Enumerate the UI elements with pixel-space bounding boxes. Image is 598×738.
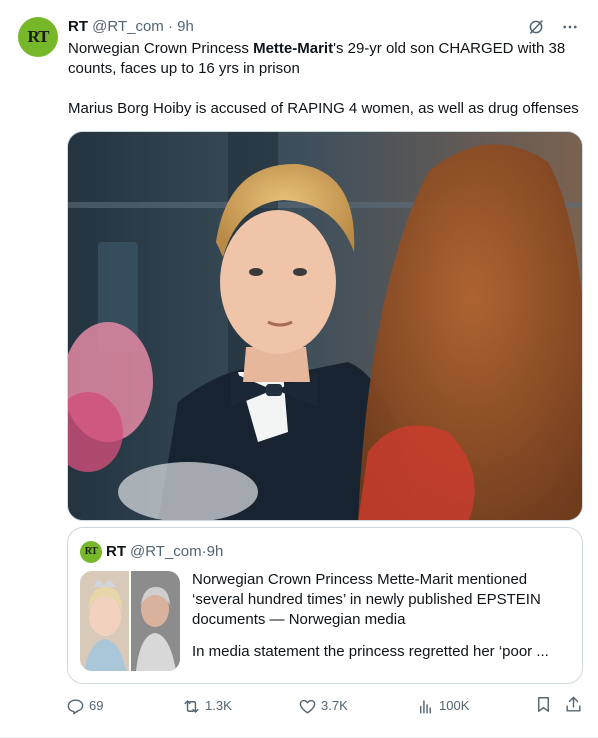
quoted-author-name: RT [106,543,126,560]
tweet-text-part1: Norwegian Crown Princess [68,40,254,57]
like-icon [299,699,316,714]
quoted-tweet-text: Norwegian Crown Princess Mette-Marit men… [192,570,572,662]
author-avatar[interactable]: RT [18,17,58,57]
header-separator: · [167,18,173,35]
quoted-tweet[interactable]: RT RT @RT_com · 9h Norwegian Crown Princ… [67,527,583,684]
tweet-text: Norwegian Crown Princess Mette-Marit's 2… [68,39,586,119]
reply-count: 69 [89,698,104,713]
quoted-avatar-logo-text: RT [84,546,98,557]
bookmark-icon [538,697,549,712]
quoted-tweet-time: 9h [206,543,224,560]
grok-icon[interactable] [526,17,546,37]
quoted-text-paragraph2: In media statement the princess regrette… [192,643,549,660]
quoted-tweet-thumbnail [80,571,180,671]
share-button[interactable] [564,695,583,714]
views-count: 100K [439,698,470,713]
views-button[interactable]: 100K [416,695,469,717]
author-name[interactable]: RT [68,18,88,35]
tweet-header: RT @RT_com · 9h [68,17,194,37]
header-actions [526,17,580,37]
reply-icon [67,698,84,714]
avatar-logo-text: RT [27,27,49,46]
tweet-text-bold-name: Mette-Marit [253,40,334,57]
tweet-time[interactable]: 9h [177,18,194,35]
quoted-tweet-header: RT RT @RT_com · 9h [80,541,223,563]
action-bar: 69 1.3K 3.7K 100K [62,695,586,717]
repost-count: 1.3K [205,698,232,713]
repost-icon [184,699,199,713]
share-icon [566,696,581,712]
views-icon [420,699,431,714]
like-button[interactable]: 3.7K [298,695,348,717]
reply-button[interactable]: 69 [66,695,103,717]
repost-button[interactable]: 1.3K [182,695,232,717]
tweet-photo[interactable] [67,131,583,521]
like-count: 3.7K [321,698,348,713]
bookmark-button[interactable] [534,695,553,714]
author-handle[interactable]: @RT_com [92,18,164,35]
quoted-author-avatar: RT [80,541,102,563]
quoted-text-paragraph1: Norwegian Crown Princess Mette-Marit men… [192,571,541,628]
tweet-card[interactable]: RT RT @RT_com · 9h Norwegian Crown Princ… [0,0,598,738]
tweet-text-second-paragraph: Marius Borg Hoiby is accused of RAPING 4… [68,100,579,117]
quoted-author-handle: @RT_com [130,543,202,560]
more-icon[interactable] [560,17,580,37]
